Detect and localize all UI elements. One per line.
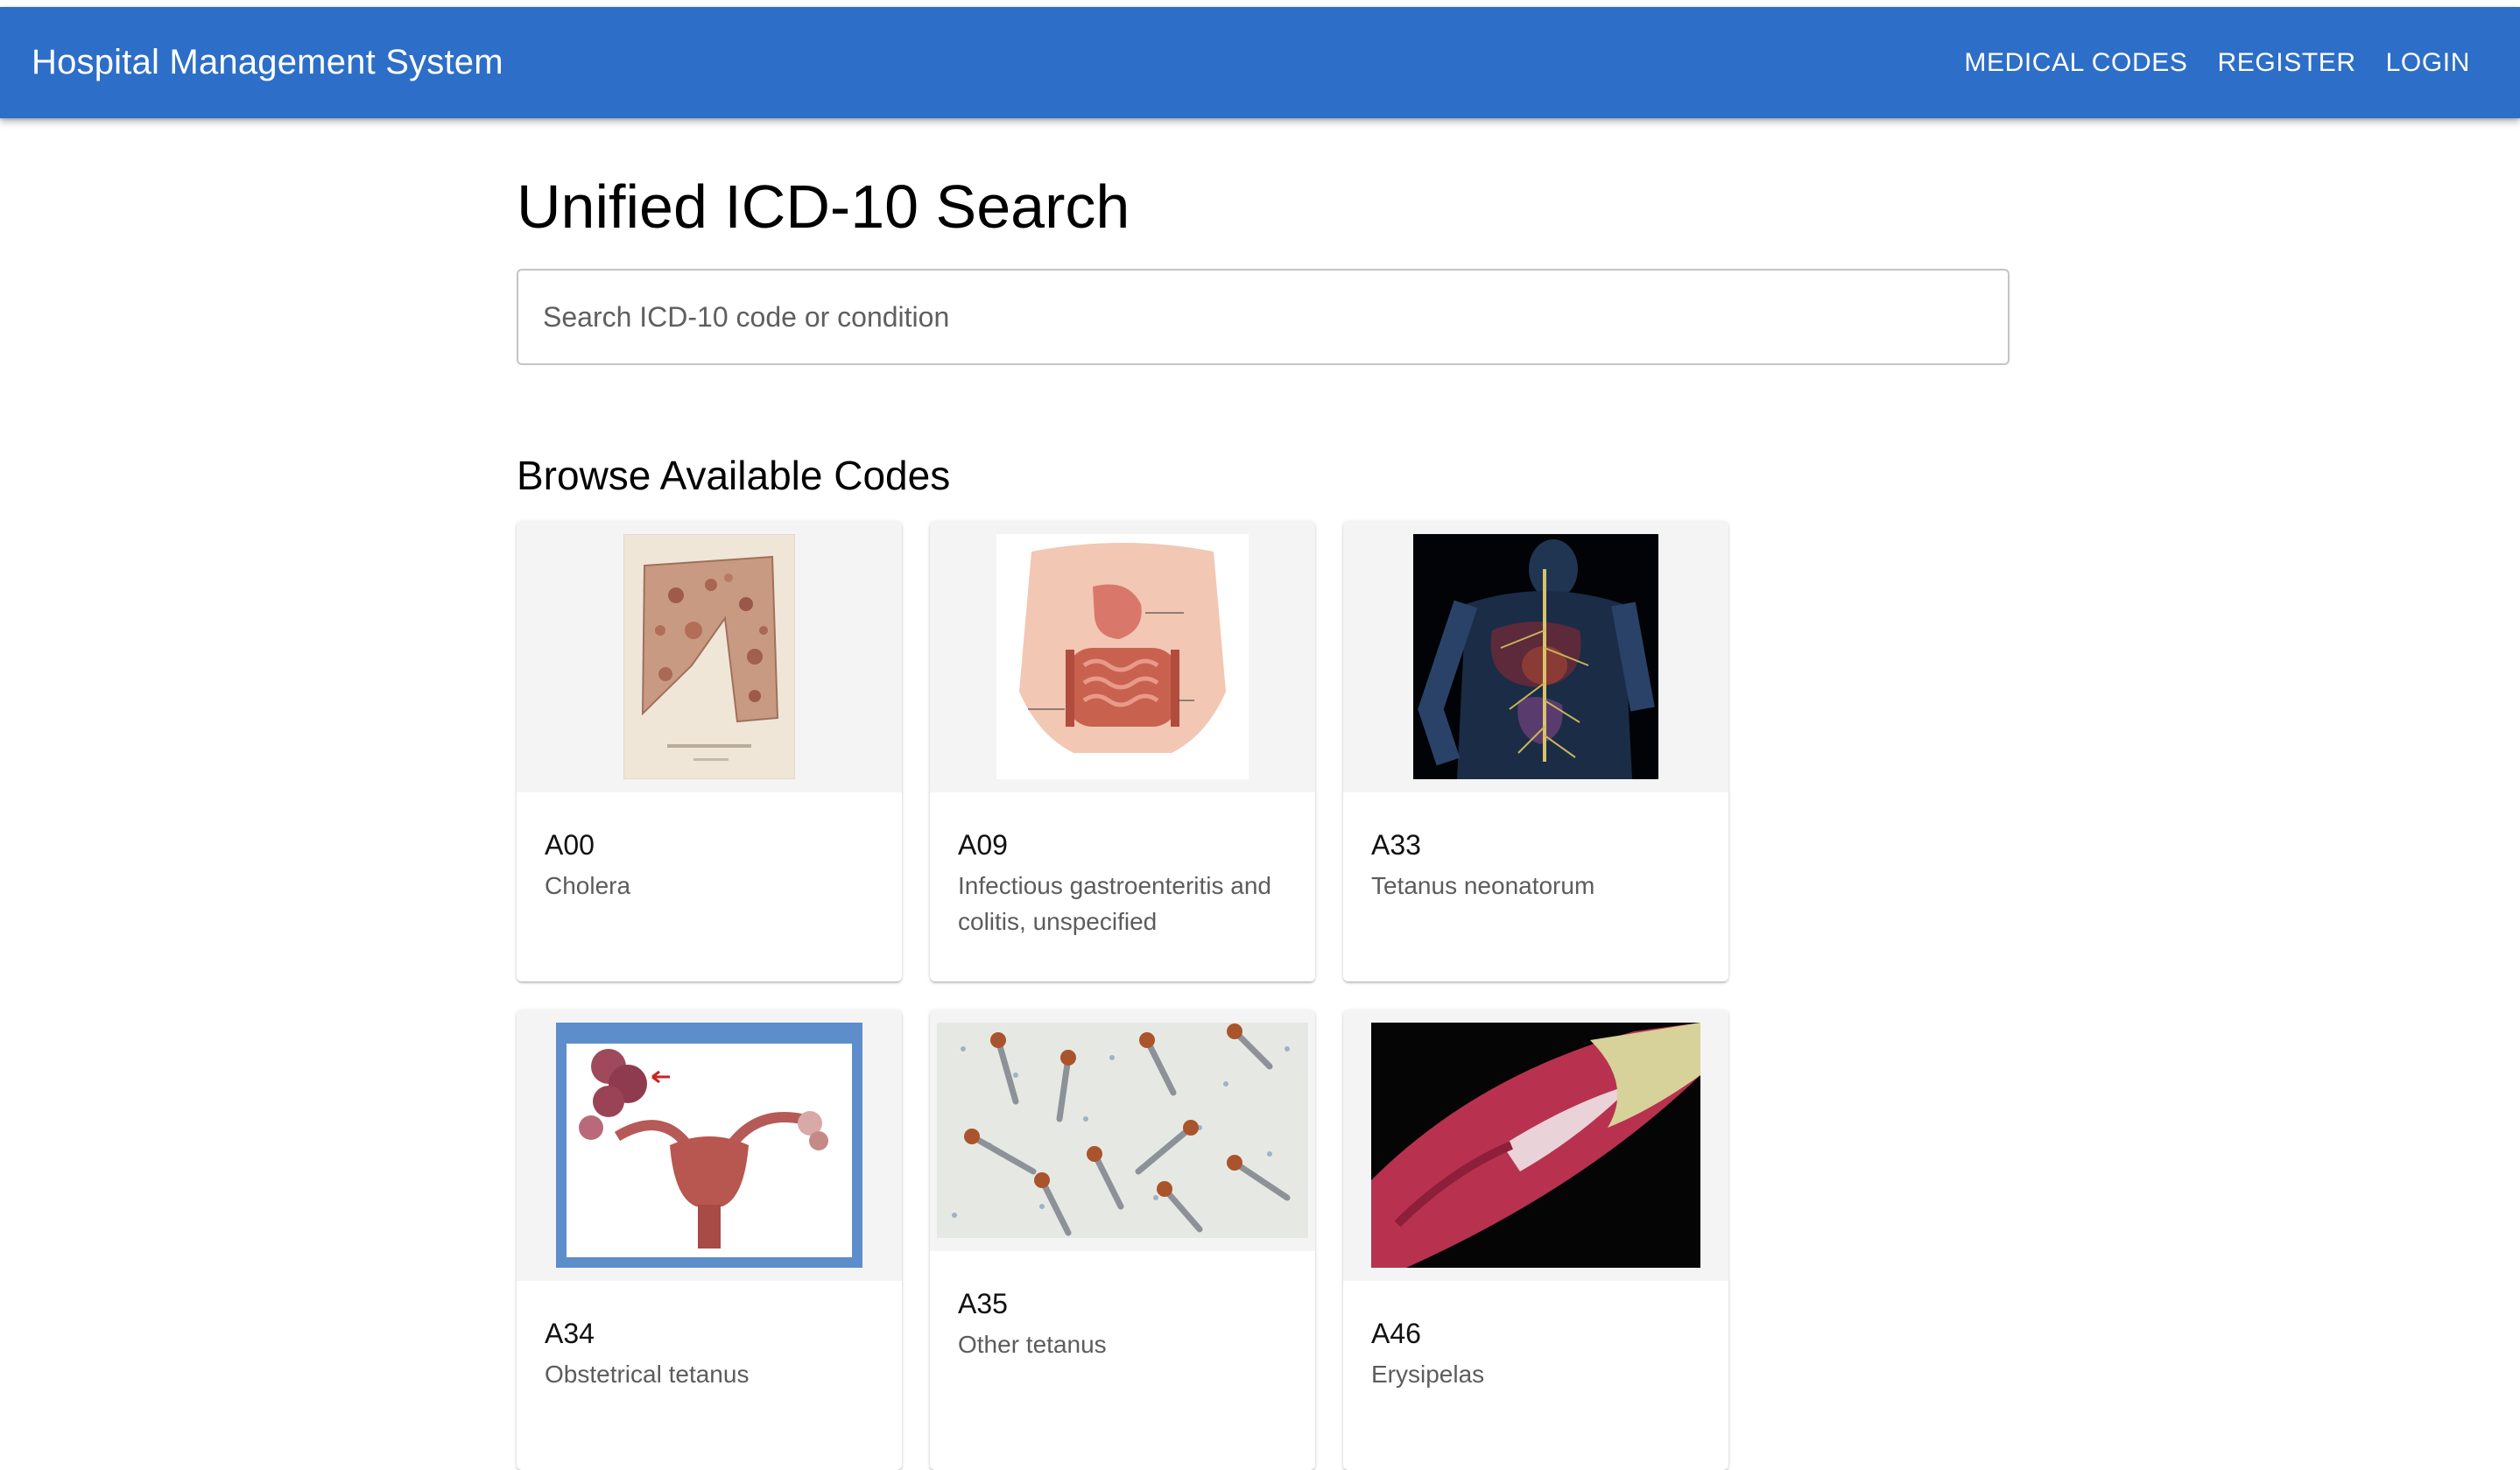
card-code: A35: [958, 1288, 1008, 1319]
nav-register[interactable]: REGISTER: [2202, 36, 2370, 90]
code-card-a33[interactable]: A33 Tetanus neonatorum: [1343, 521, 1728, 981]
bacteria-micrograph-image: [937, 1023, 1308, 1238]
cholera-skin-plate-image: [623, 534, 795, 779]
card-media: [517, 1009, 902, 1281]
card-code: A00: [545, 829, 595, 861]
code-card-a00[interactable]: A00 Cholera: [517, 521, 902, 981]
digestive-anatomy-image: [996, 534, 1249, 779]
code-card-a34[interactable]: A34 Obstetrical tetanus: [517, 1009, 902, 1470]
top-nav: MEDICAL CODES REGISTER LOGIN: [1949, 36, 2485, 90]
card-code: A34: [545, 1318, 595, 1349]
nervous-system-xray-image: [1413, 534, 1658, 779]
app-title[interactable]: Hospital Management System: [32, 43, 503, 82]
hydrosalpinx-diagram-image: [556, 1023, 862, 1268]
card-media: [930, 521, 1315, 792]
card-description: Other tetanus: [958, 1331, 1107, 1358]
card-code: A33: [1371, 829, 1421, 861]
card-description: Obstetrical tetanus: [545, 1361, 750, 1388]
page-title: Unified ICD-10 Search: [517, 172, 1130, 241]
card-media: [517, 521, 902, 792]
nav-login[interactable]: LOGIN: [2371, 36, 2485, 90]
search-input[interactable]: [517, 269, 2010, 365]
erysipelas-skin-image: [1371, 1023, 1700, 1268]
card-media: [1343, 521, 1728, 792]
code-card-a09[interactable]: A09 Infectious gastroenteritis and colit…: [930, 521, 1315, 981]
browse-heading: Browse Available Codes: [517, 453, 951, 498]
card-description: Tetanus neonatorum: [1371, 872, 1595, 899]
card-description: Infectious gastroenteritis and colitis, …: [958, 872, 1271, 935]
code-card-a46[interactable]: A46 Erysipelas: [1343, 1009, 1728, 1470]
card-description: Erysipelas: [1371, 1361, 1485, 1388]
card-code: A09: [958, 829, 1008, 861]
nav-medical-codes[interactable]: MEDICAL CODES: [1949, 36, 2202, 90]
app-bar: Hospital Management System MEDICAL CODES…: [0, 7, 2520, 118]
code-card-grid: A00 Cholera A09 Infectious gastroenterit…: [517, 521, 1728, 1470]
card-description: Cholera: [545, 872, 631, 899]
card-media: [1343, 1009, 1728, 1281]
code-card-a35[interactable]: A35 Other tetanus: [930, 1009, 1315, 1470]
card-code: A46: [1371, 1318, 1421, 1349]
card-media: [930, 1009, 1315, 1251]
